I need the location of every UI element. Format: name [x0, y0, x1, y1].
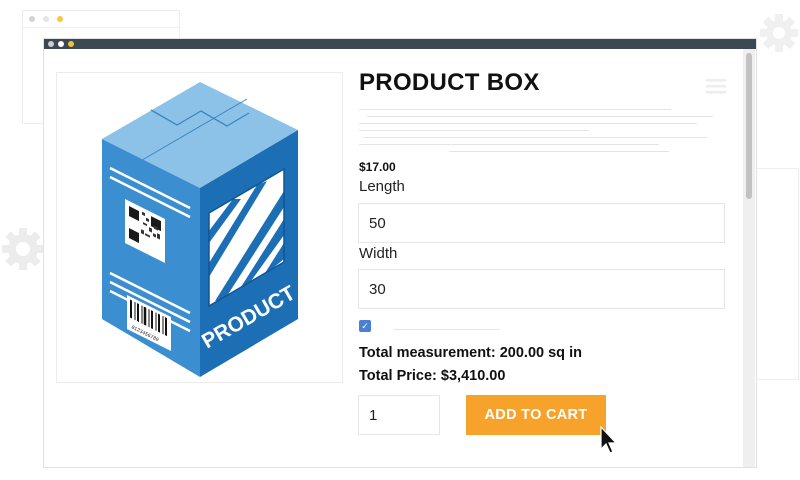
total-price: Total Price: $3,410.00 [359, 368, 506, 384]
background-window-titlebar [23, 11, 179, 28]
checkbox-label-placeholder [394, 329, 500, 330]
gear-icon [760, 14, 798, 52]
quantity-input[interactable] [358, 395, 440, 435]
width-input[interactable] [358, 269, 725, 309]
product-title: PRODUCT BOX [359, 69, 540, 96]
product-box-illustration: PRODUCT 0123456789 [102, 82, 300, 377]
window-dot [43, 16, 49, 22]
option-checkbox[interactable]: ✓ [359, 320, 371, 332]
product-price: $17.00 [359, 160, 396, 174]
vertical-scrollbar[interactable] [743, 49, 755, 467]
length-input[interactable] [358, 203, 725, 243]
gear-icon [2, 228, 44, 270]
width-label: Width [359, 245, 398, 262]
product-image: PRODUCT 0123456789 [56, 72, 343, 383]
background-panel [756, 168, 799, 380]
length-label: Length [359, 178, 405, 195]
pointer-cursor-icon [592, 420, 618, 454]
add-to-cart-button[interactable]: ADD TO CART [466, 395, 606, 435]
window-dot[interactable] [58, 41, 64, 47]
window-dot[interactable] [68, 41, 74, 47]
product-window: PRODUCT 0123456789 PRODUCT BOX $17.00 Le… [43, 38, 757, 468]
scrollbar-thumb[interactable] [746, 53, 752, 199]
window-dot [29, 16, 35, 22]
window-dot[interactable] [48, 41, 54, 47]
window-titlebar [44, 39, 756, 49]
window-dot [57, 16, 63, 22]
hamburger-icon[interactable] [706, 78, 726, 94]
total-measurement: Total measurement: 200.00 sq in [359, 345, 582, 361]
